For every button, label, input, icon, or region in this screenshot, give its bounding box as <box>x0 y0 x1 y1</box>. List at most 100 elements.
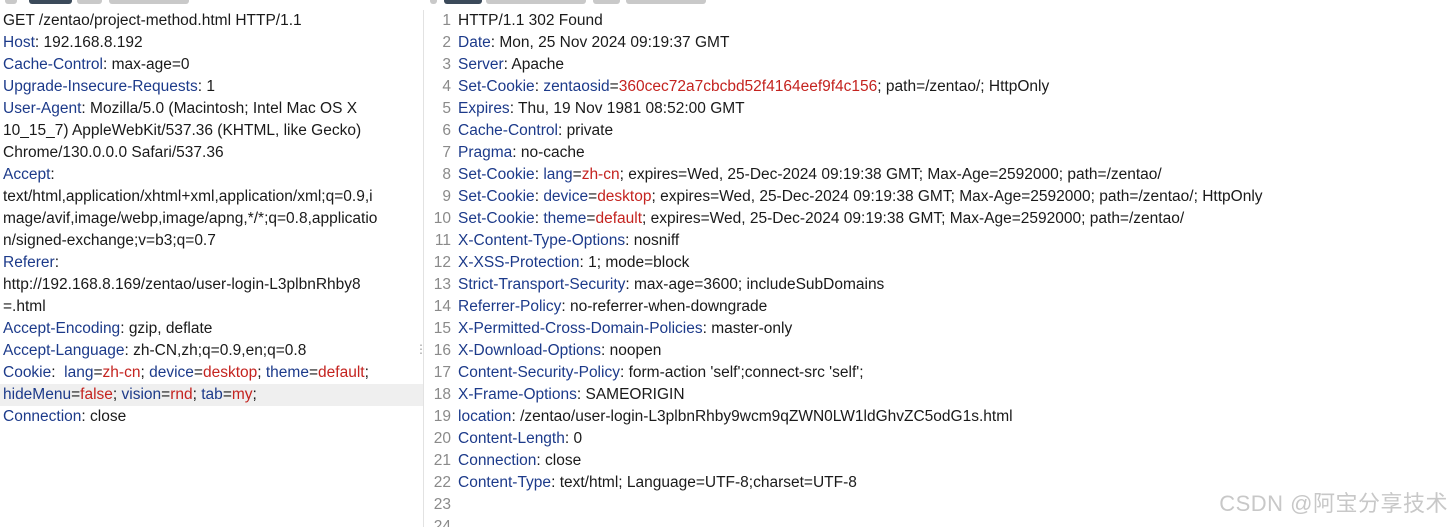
response-line: 13 Strict-Transport-Security: max-age=360… <box>424 274 1454 296</box>
header-name: location <box>458 408 512 425</box>
header-name: Accept-Encoding <box>3 320 121 337</box>
line-number: 10 <box>433 210 451 227</box>
header-sep: : <box>51 364 65 381</box>
response-line: 11 X-Content-Type-Options: nosniff <box>424 230 1454 252</box>
header-value: noopen <box>609 342 662 359</box>
cookie-eq: = <box>609 78 619 95</box>
cookie-semi: ; <box>112 386 122 403</box>
header-value: 1; mode=block <box>588 254 690 271</box>
header-value: close <box>545 452 582 469</box>
cookie-value: zh-cn <box>581 166 620 183</box>
line-number: 22 <box>433 474 451 491</box>
response-line: 10 Set-Cookie: theme=default; expires=Wed… <box>424 208 1454 230</box>
tab-stub-raw[interactable] <box>77 0 102 4</box>
header-name: Referrer-Policy <box>458 298 562 315</box>
cookie-key: tab <box>201 386 223 403</box>
line-number: 19 <box>433 408 451 425</box>
response-line: 3 Server: Apache <box>424 54 1454 76</box>
request-header-referer-cont: =.html <box>3 298 46 315</box>
request-header-cookie: Cookie: lang=zh-cn; device=desktop; them… <box>0 362 423 384</box>
header-value: Apache <box>511 56 564 73</box>
cookie-value: desktop <box>202 364 258 381</box>
tab-stub-hex[interactable] <box>109 0 189 4</box>
header-name: Accept <box>3 166 51 183</box>
line-number: 6 <box>442 122 451 139</box>
cookie-attrs: ; expires=Wed, 25-Dec-2024 09:19:38 GMT;… <box>619 166 1162 183</box>
cookie-eq: = <box>93 364 103 381</box>
line-number: 14 <box>433 298 451 315</box>
line-number: 17 <box>433 364 451 381</box>
request-header-accept-encoding: Accept-Encoding: gzip, deflate <box>0 318 423 340</box>
cookie-attrs: ; expires=Wed, 25-Dec-2024 09:19:38 GMT;… <box>651 188 1263 205</box>
line-number: 24 <box>433 518 451 527</box>
cookie-eq: = <box>222 386 232 403</box>
tab-stub-res-1[interactable] <box>430 0 437 4</box>
response-line: 6 Cache-Control: private <box>424 120 1454 142</box>
header-value: zh-CN,zh;q=0.9,en;q=0.8 <box>133 342 307 359</box>
cookie-eq: = <box>71 386 81 403</box>
header-name: X-XSS-Protection <box>458 254 580 271</box>
header-sep: : <box>81 408 91 425</box>
response-line: 17 Content-Security-Policy: form-action '… <box>424 362 1454 384</box>
request-header-referer: Referer: <box>0 252 423 274</box>
tab-stub-res-pretty[interactable] <box>444 0 482 4</box>
line-number: 1 <box>442 12 451 29</box>
cookie-semi: ; <box>192 386 202 403</box>
request-header-host: Host: 192.168.8.192 <box>0 32 423 54</box>
cookie-eq: = <box>161 386 171 403</box>
request-header-cache-control: Cache-Control: max-age=0 <box>0 54 423 76</box>
request-header-upgrade: Upgrade-Insecure-Requests: 1 <box>0 76 423 98</box>
header-name: Strict-Transport-Security <box>458 276 626 293</box>
cookie-key: device <box>543 188 589 205</box>
request-header-cookie-cont: hideMenu=false; vision=rnd; tab=my; <box>0 384 423 406</box>
line-number: 21 <box>433 452 451 469</box>
header-name: Cache-Control <box>3 56 103 73</box>
header-name: X-Frame-Options <box>458 386 577 403</box>
line-number: 9 <box>442 188 451 205</box>
cookie-semi: ; <box>257 364 266 381</box>
request-header-accept-cont: n/signed-exchange;v=b3;q=0.7 <box>3 232 216 249</box>
tab-stub-pretty[interactable] <box>29 0 72 4</box>
header-sep: : <box>557 122 567 139</box>
header-sep: : <box>102 56 112 73</box>
request-editor[interactable]: GET /zentao/project-method.html HTTP/1.1… <box>0 10 424 527</box>
response-line: 21 Connection: close <box>424 450 1454 472</box>
response-line: 8 Set-Cookie: lang=zh-cn; expires=Wed, 25… <box>424 164 1454 186</box>
tab-stub-res-render[interactable] <box>626 0 706 4</box>
request-header-user-agent: User-Agent: Mozilla/5.0 (Macintosh; Inte… <box>0 98 423 120</box>
cookie-eq: = <box>193 364 203 381</box>
header-name: X-Permitted-Cross-Domain-Policies <box>458 320 703 337</box>
tab-stub-res-hex[interactable] <box>593 0 620 4</box>
request-header-user-agent-cont: Chrome/130.0.0.0 Safari/537.36 <box>3 144 224 161</box>
tab-stub-1[interactable] <box>5 0 17 4</box>
header-value: /zentao/user-login-L3plbnRhby9wcm9qZWN0L… <box>520 408 1013 425</box>
response-line: 12 X-XSS-Protection: 1; mode=block <box>424 252 1454 274</box>
header-name: User-Agent <box>3 100 82 117</box>
header-name: Cache-Control <box>458 122 558 139</box>
header-sep: : <box>512 144 521 161</box>
tab-stub-res-raw[interactable] <box>486 0 586 4</box>
response-line: 16 X-Download-Options: noopen <box>424 340 1454 362</box>
cookie-semi: ; <box>252 386 257 403</box>
line-number: 20 <box>433 430 451 447</box>
response-line: 2 Date: Mon, 25 Nov 2024 09:19:37 GMT <box>424 32 1454 54</box>
header-name: X-Content-Type-Options <box>458 232 626 249</box>
request-header-accept-cont: text/html,application/xhtml+xml,applicat… <box>3 188 373 205</box>
header-sep: : <box>120 320 129 337</box>
header-value: nosniff <box>633 232 680 249</box>
line-number: 13 <box>433 276 451 293</box>
header-name: Host <box>3 34 35 51</box>
response-line: 20 Content-Length: 0 <box>424 428 1454 450</box>
cookie-value: rnd <box>170 386 193 403</box>
header-sep: : <box>509 100 519 117</box>
cookie-eq: = <box>588 188 598 205</box>
cookie-key: vision <box>121 386 162 403</box>
request-header-referer-cont: http://192.168.8.169/zentao/user-login-L… <box>3 276 361 293</box>
header-name: Connection <box>458 452 537 469</box>
cookie-key: lang <box>64 364 94 381</box>
response-viewer[interactable]: 1 HTTP/1.1 302 Found 2 Date: Mon, 25 Nov 2… <box>424 10 1454 527</box>
line-number: 23 <box>433 496 451 513</box>
line-number: 16 <box>433 342 451 359</box>
header-value: 0 <box>573 430 583 447</box>
cookie-value: 360cec72a7cbcbd52f4164eef9f4c156 <box>618 78 878 95</box>
